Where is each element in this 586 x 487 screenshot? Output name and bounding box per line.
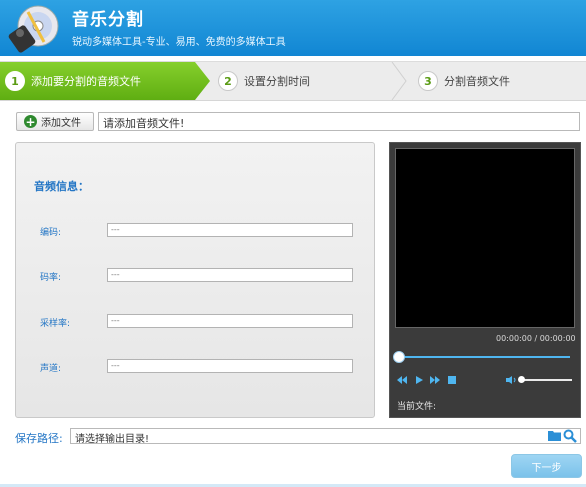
bitrate-label: 码率: bbox=[40, 273, 62, 283]
step-3[interactable]: 3 分割音频文件 bbox=[418, 62, 510, 100]
step-2-number: 2 bbox=[218, 71, 238, 91]
step-2[interactable]: 2 设置分割时间 bbox=[218, 62, 310, 100]
codec-field: --- bbox=[107, 223, 353, 237]
add-file-label: 添加文件 bbox=[41, 118, 81, 129]
rewind-icon[interactable] bbox=[397, 376, 407, 384]
current-file-label: 当前文件: bbox=[397, 402, 437, 412]
add-file-button[interactable]: + 添加文件 bbox=[16, 112, 94, 131]
volume-slider[interactable] bbox=[524, 379, 572, 381]
step-2-label: 设置分割时间 bbox=[244, 75, 310, 88]
step-separator-icon bbox=[391, 62, 407, 100]
app-subtitle: 锐动多媒体工具-专业、易用、免费的多媒体工具 bbox=[72, 37, 286, 48]
save-path-label: 保存路径: bbox=[15, 432, 63, 445]
bitrate-field: --- bbox=[107, 268, 353, 282]
video-preview bbox=[395, 148, 575, 328]
step-3-number: 3 bbox=[418, 71, 438, 91]
step-1[interactable]: 1 添加要分割的音频文件 bbox=[0, 62, 210, 100]
stop-icon[interactable] bbox=[447, 376, 457, 384]
step-1-label: 添加要分割的音频文件 bbox=[31, 75, 141, 88]
step-3-label: 分割音频文件 bbox=[444, 75, 510, 88]
file-path-input[interactable]: 请添加音频文件! bbox=[98, 112, 580, 131]
forward-icon[interactable] bbox=[430, 376, 440, 384]
samplerate-field: --- bbox=[107, 314, 353, 328]
app-header: 音乐分割 锐动多媒体工具-专业、易用、免费的多媒体工具 bbox=[0, 0, 586, 56]
next-step-button[interactable]: 下一步 bbox=[511, 454, 582, 478]
play-icon[interactable] bbox=[414, 376, 424, 384]
app-title: 音乐分割 bbox=[72, 10, 144, 30]
search-icon[interactable] bbox=[563, 429, 577, 443]
music-disc-icon bbox=[8, 5, 59, 53]
samplerate-label: 采样率: bbox=[40, 319, 71, 329]
volume-handle[interactable] bbox=[518, 376, 525, 383]
audio-info-title: 音频信息： bbox=[34, 180, 89, 193]
channels-field: --- bbox=[107, 359, 353, 373]
volume-icon[interactable] bbox=[506, 376, 518, 384]
folder-icon[interactable] bbox=[548, 430, 561, 441]
step-1-number: 1 bbox=[5, 71, 25, 91]
seek-handle[interactable] bbox=[393, 351, 405, 363]
channels-label: 声道: bbox=[40, 364, 62, 374]
codec-label: 编码: bbox=[40, 228, 62, 238]
seek-bar[interactable] bbox=[398, 356, 570, 358]
time-display: 00:00:00 / 00:00:00 bbox=[496, 334, 576, 343]
step-bar: 1 添加要分割的音频文件 2 设置分割时间 3 分割音频文件 bbox=[0, 61, 586, 101]
save-path-input[interactable]: 请选择输出目录! bbox=[70, 428, 581, 445]
plus-icon: + bbox=[24, 114, 37, 129]
